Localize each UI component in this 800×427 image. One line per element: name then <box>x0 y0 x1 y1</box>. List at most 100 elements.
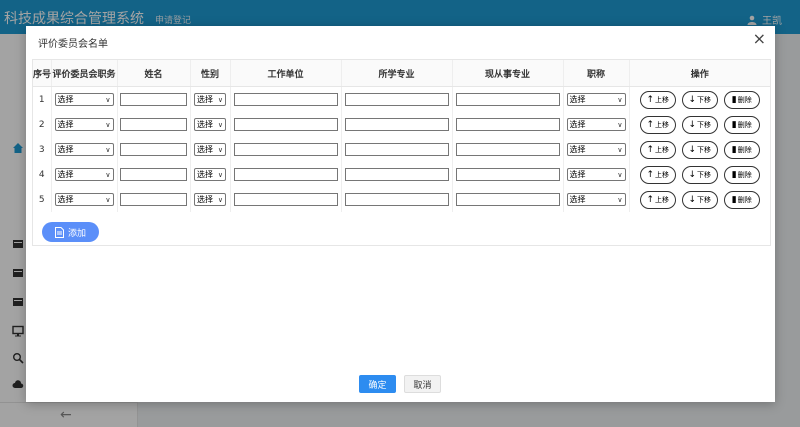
table-row: 2 选择 ∨ 选择 ∨ 选择 ∨ ↑ 上移 ↓ 下移 ▮ 删除 <box>33 112 770 137</box>
close-icon[interactable]: × <box>753 30 766 48</box>
move-down-label: 下移 <box>697 120 712 129</box>
move-down-label: 下移 <box>697 170 712 179</box>
title-select[interactable]: 选择 ∨ <box>566 168 626 181</box>
duty-select[interactable]: 选择 ∨ <box>54 168 114 181</box>
arrow-down-icon: ↓ <box>688 144 697 155</box>
major-input[interactable] <box>344 93 449 106</box>
delete-button[interactable]: ▮ 删除 <box>723 115 760 134</box>
arrow-up-icon: ↑ <box>646 144 655 155</box>
work-unit-input[interactable] <box>233 143 338 156</box>
chevron-down-icon: ∨ <box>105 195 111 204</box>
name-input[interactable] <box>120 143 187 156</box>
work-unit-input[interactable] <box>233 93 338 106</box>
duty-select-value: 选择 <box>57 145 74 154</box>
duty-select[interactable]: 选择 ∨ <box>54 93 114 106</box>
delete-button[interactable]: ▮ 删除 <box>723 165 760 184</box>
delete-button[interactable]: ▮ 删除 <box>723 140 760 159</box>
move-down-button[interactable]: ↓ 下移 <box>681 190 718 209</box>
col-header: 姓名 <box>117 60 191 87</box>
cancel-button[interactable]: 取消 <box>404 375 441 393</box>
chevron-down-icon: ∨ <box>105 95 111 104</box>
title-select-value: 选择 <box>569 195 586 204</box>
move-down-button[interactable]: ↓ 下移 <box>681 165 718 184</box>
arrow-up-icon: ↑ <box>646 119 655 130</box>
gender-select[interactable]: 选择 ∨ <box>194 193 226 206</box>
col-header: 现从事专业 <box>452 60 564 87</box>
title-select[interactable]: 选择 ∨ <box>566 143 626 156</box>
confirm-button[interactable]: 确定 <box>359 375 396 393</box>
arrow-up-icon: ↑ <box>646 194 655 205</box>
current-major-input[interactable] <box>455 143 560 156</box>
row-index: 1 <box>33 86 52 112</box>
gender-select[interactable]: 选择 ∨ <box>194 168 226 181</box>
delete-button[interactable]: ▮ 删除 <box>723 190 760 209</box>
duty-select-value: 选择 <box>57 195 74 204</box>
move-up-label: 上移 <box>655 195 670 204</box>
arrow-down-icon: ↓ <box>688 194 697 205</box>
duty-select[interactable]: 选择 ∨ <box>54 193 114 206</box>
arrow-down-icon: ↓ <box>688 94 697 105</box>
gender-select-value: 选择 <box>197 95 213 104</box>
col-header: 操作 <box>629 60 770 87</box>
chevron-down-icon: ∨ <box>617 145 623 154</box>
current-major-input[interactable] <box>455 93 560 106</box>
move-up-label: 上移 <box>655 95 670 104</box>
arrow-up-icon: ↑ <box>646 169 655 180</box>
gender-select[interactable]: 选择 ∨ <box>194 143 226 156</box>
arrow-up-icon: ↑ <box>646 94 655 105</box>
title-select[interactable]: 选择 ∨ <box>566 193 626 206</box>
major-input[interactable] <box>344 143 449 156</box>
name-input[interactable] <box>120 93 187 106</box>
move-down-label: 下移 <box>697 95 712 104</box>
major-input[interactable] <box>344 193 449 206</box>
move-down-label: 下移 <box>697 145 712 154</box>
current-major-input[interactable] <box>455 168 560 181</box>
delete-label: 删除 <box>737 170 752 179</box>
move-up-label: 上移 <box>655 120 670 129</box>
delete-label: 删除 <box>737 195 752 204</box>
move-up-button[interactable]: ↑ 上移 <box>639 140 676 159</box>
add-button[interactable]: 添加 <box>42 222 99 242</box>
move-up-button[interactable]: ↑ 上移 <box>639 165 676 184</box>
name-input[interactable] <box>120 118 187 131</box>
current-major-input[interactable] <box>455 118 560 131</box>
duty-select[interactable]: 选择 ∨ <box>54 118 114 131</box>
chevron-down-icon: ∨ <box>217 120 223 129</box>
move-down-button[interactable]: ↓ 下移 <box>681 90 718 109</box>
move-up-button[interactable]: ↑ 上移 <box>639 190 676 209</box>
duty-select[interactable]: 选择 ∨ <box>54 143 114 156</box>
chevron-down-icon: ∨ <box>217 145 223 154</box>
work-unit-input[interactable] <box>233 193 338 206</box>
move-down-button[interactable]: ↓ 下移 <box>681 115 718 134</box>
gender-select-value: 选择 <box>197 120 213 129</box>
col-header: 所学专业 <box>341 60 453 87</box>
major-input[interactable] <box>344 168 449 181</box>
chevron-down-icon: ∨ <box>617 120 623 129</box>
row-index: 3 <box>33 137 52 162</box>
chevron-down-icon: ∨ <box>217 170 223 179</box>
name-input[interactable] <box>120 168 187 181</box>
title-select-value: 选择 <box>569 95 586 104</box>
title-select-value: 选择 <box>569 170 586 179</box>
move-up-button[interactable]: ↑ 上移 <box>639 90 676 109</box>
current-major-input[interactable] <box>455 193 560 206</box>
work-unit-input[interactable] <box>233 168 338 181</box>
title-select[interactable]: 选择 ∨ <box>566 118 626 131</box>
delete-label: 删除 <box>737 95 752 104</box>
gender-select[interactable]: 选择 ∨ <box>194 93 226 106</box>
gender-select[interactable]: 选择 ∨ <box>194 118 226 131</box>
work-unit-input[interactable] <box>233 118 338 131</box>
name-input[interactable] <box>120 193 187 206</box>
title-select[interactable]: 选择 ∨ <box>566 93 626 106</box>
move-down-button[interactable]: ↓ 下移 <box>681 140 718 159</box>
major-input[interactable] <box>344 118 449 131</box>
col-header: 序号 <box>33 60 52 87</box>
chevron-down-icon: ∨ <box>105 120 111 129</box>
move-up-button[interactable]: ↑ 上移 <box>639 115 676 134</box>
chevron-down-icon: ∨ <box>105 170 111 179</box>
arrow-down-icon: ↓ <box>688 119 697 130</box>
table-row: 4 选择 ∨ 选择 ∨ 选择 ∨ ↑ 上移 ↓ 下移 ▮ 删除 <box>33 162 770 187</box>
duty-select-value: 选择 <box>57 95 74 104</box>
delete-button[interactable]: ▮ 删除 <box>723 90 760 109</box>
move-up-label: 上移 <box>655 145 670 154</box>
